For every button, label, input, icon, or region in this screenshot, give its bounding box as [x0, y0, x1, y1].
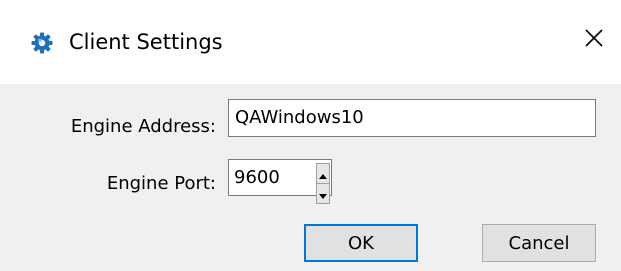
dialog-body: Engine Address: QAWindows10 Engine Port:…: [0, 84, 621, 271]
gear-icon: [31, 32, 53, 54]
close-button[interactable]: [572, 20, 616, 60]
engine-port-stepper[interactable]: 9600: [228, 159, 332, 204]
triangle-up-icon: [319, 164, 327, 183]
title-bar: Client Settings: [0, 0, 621, 84]
engine-port-label: Engine Port:: [106, 173, 216, 194]
engine-address-label: Engine Address:: [70, 116, 216, 137]
ok-button[interactable]: OK: [304, 224, 418, 262]
port-increment-button[interactable]: [316, 163, 330, 184]
cancel-button[interactable]: Cancel: [482, 224, 596, 262]
port-spinner: [316, 163, 330, 204]
triangle-down-icon: [319, 184, 327, 203]
engine-address-input[interactable]: QAWindows10: [228, 99, 596, 137]
close-icon: [584, 28, 604, 52]
window-title: Client Settings: [69, 30, 223, 54]
engine-port-value[interactable]: 9600: [234, 160, 280, 195]
port-decrement-button[interactable]: [316, 184, 330, 204]
